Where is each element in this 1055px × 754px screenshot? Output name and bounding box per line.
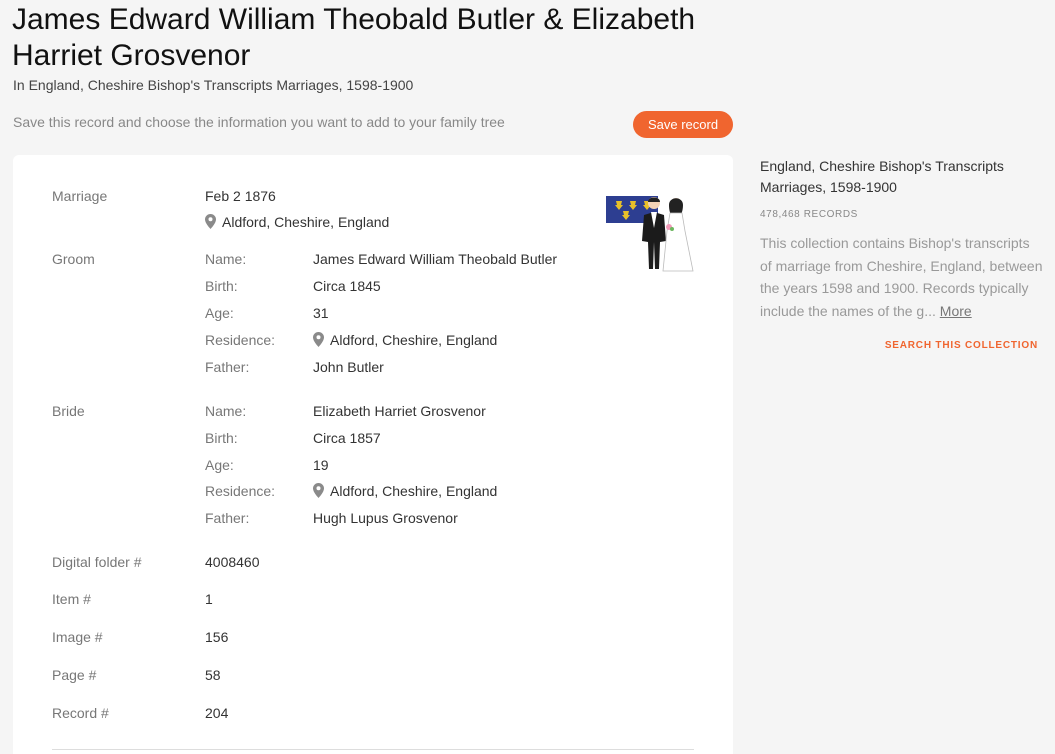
groom-birth-label: Birth: bbox=[205, 278, 238, 294]
groom-birth: Circa 1845 bbox=[313, 278, 381, 294]
record-number-label: Record # bbox=[52, 705, 109, 721]
groom-label: Groom bbox=[52, 251, 95, 267]
groom-age-label: Age: bbox=[205, 305, 234, 321]
groom-residence-label: Residence: bbox=[205, 332, 276, 348]
more-link[interactable]: More bbox=[940, 303, 972, 319]
collection-subtitle: In England, Cheshire Bishop's Transcript… bbox=[13, 77, 414, 93]
marriage-date: Feb 2 1876 bbox=[205, 188, 276, 204]
groom-residence-row: Aldford, Cheshire, England bbox=[313, 332, 497, 348]
item-number-label: Item # bbox=[52, 591, 91, 607]
page-title: James Edward William Theobald Butler & E… bbox=[12, 3, 696, 72]
record-number-value: 204 bbox=[205, 705, 229, 721]
bride-age-label: Age: bbox=[205, 457, 234, 473]
item-number-value: 1 bbox=[205, 591, 213, 607]
marriage-place: Aldford, Cheshire, England bbox=[222, 214, 390, 230]
map-pin-icon bbox=[313, 332, 324, 347]
groom-father: John Butler bbox=[313, 359, 384, 375]
page-number-value: 58 bbox=[205, 667, 221, 683]
groom-name: James Edward William Theobald Butler bbox=[313, 251, 558, 267]
bride-birth: Circa 1857 bbox=[313, 430, 381, 446]
groom-residence: Aldford, Cheshire, England bbox=[330, 332, 498, 348]
save-hint-text: Save this record and choose the informat… bbox=[13, 114, 505, 130]
digital-folder-value: 4008460 bbox=[205, 554, 260, 570]
map-pin-icon bbox=[205, 214, 216, 229]
page-number-label: Page # bbox=[52, 667, 97, 683]
bride-residence-label: Residence: bbox=[205, 483, 276, 499]
record-card: Marriage Feb 2 1876 Aldford, Cheshire, E… bbox=[13, 155, 733, 754]
bride-residence-row: Aldford, Cheshire, England bbox=[313, 483, 497, 499]
save-record-button[interactable]: Save record bbox=[633, 111, 733, 138]
wedding-couple-illustration bbox=[606, 193, 696, 275]
bride-name-label: Name: bbox=[205, 403, 247, 419]
bride-label: Bride bbox=[52, 403, 85, 419]
bride-father-label: Father: bbox=[205, 510, 250, 526]
groom-father-label: Father: bbox=[205, 359, 250, 375]
bride-birth-label: Birth: bbox=[205, 430, 238, 446]
groom-name-label: Name: bbox=[205, 251, 247, 267]
groom-age: 31 bbox=[313, 305, 329, 321]
map-pin-icon bbox=[313, 483, 324, 498]
card-divider bbox=[52, 749, 694, 750]
sidebar-description-block: This collection contains Bishop's transc… bbox=[760, 232, 1045, 322]
search-collection-link[interactable]: SEARCH THIS COLLECTION bbox=[885, 340, 1038, 351]
sidebar-collection-title: England, Cheshire Bishop's Transcripts M… bbox=[760, 158, 1004, 195]
marriage-label: Marriage bbox=[52, 188, 108, 204]
marriage-place-row: Aldford, Cheshire, England bbox=[205, 214, 389, 230]
image-number-label: Image # bbox=[52, 629, 103, 645]
digital-folder-label: Digital folder # bbox=[52, 554, 142, 570]
image-number-value: 156 bbox=[205, 629, 229, 645]
bride-name: Elizabeth Harriet Grosvenor bbox=[313, 403, 486, 419]
sidebar-records-count: 478,468 RECORDS bbox=[760, 209, 858, 220]
bride-residence: Aldford, Cheshire, England bbox=[330, 483, 498, 499]
bride-father: Hugh Lupus Grosvenor bbox=[313, 510, 458, 526]
sidebar-description: This collection contains Bishop's transc… bbox=[760, 235, 1043, 319]
bride-age: 19 bbox=[313, 457, 329, 473]
